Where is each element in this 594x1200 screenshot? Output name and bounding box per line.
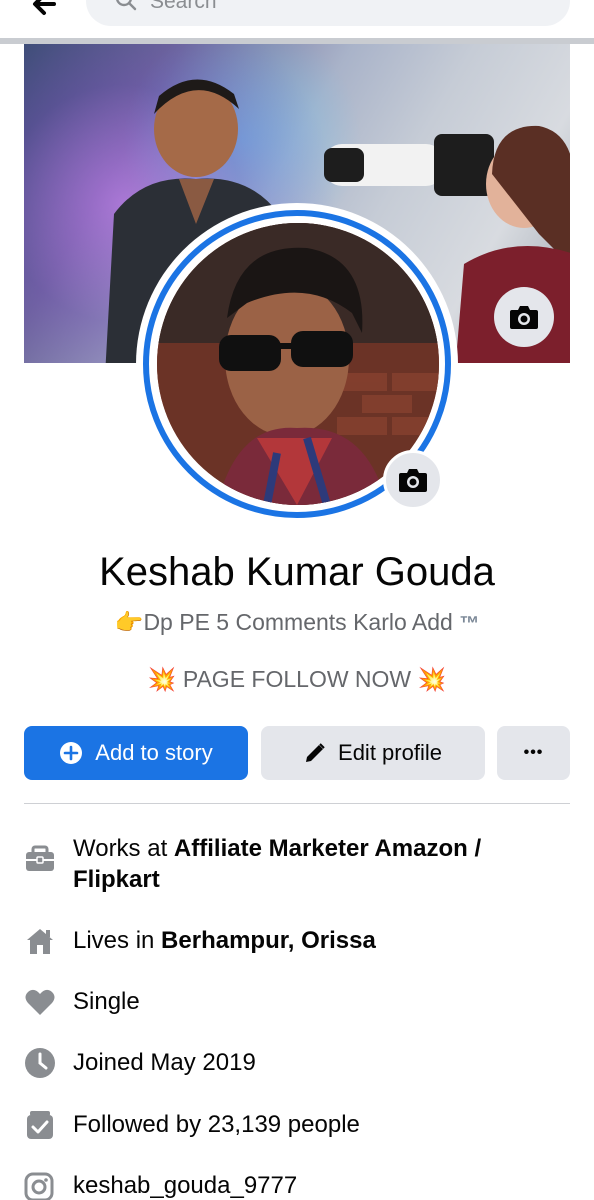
joined-text: Joined May 2019 [73, 1049, 256, 1076]
briefcase-icon [24, 843, 56, 875]
home-icon [24, 925, 56, 957]
bio-text-2: PAGE FOLLOW NOW [182, 666, 412, 692]
relationship-text: Single [73, 988, 140, 1015]
plus-circle-icon [60, 742, 83, 764]
camera-icon [399, 469, 427, 492]
edit-profile-label: Edit profile [338, 740, 442, 765]
search-input[interactable]: Search [86, 0, 570, 26]
location-prefix: Lives in [73, 927, 162, 954]
collision-emoji: 💥 [147, 666, 177, 692]
back-arrow-icon[interactable] [28, 0, 60, 20]
more-options-label: ••• [523, 744, 544, 761]
edit-profile-button[interactable]: Edit profile [261, 726, 485, 780]
pointing-hand-emoji: 👉 [114, 609, 144, 635]
top-bar: Search [0, 0, 594, 38]
camera-icon [510, 306, 538, 329]
pencil-icon [306, 743, 325, 762]
search-placeholder: Search [150, 0, 217, 13]
cover-camera-button[interactable] [494, 287, 554, 347]
bio-line-1: 👉Dp PE 5 Comments Karlo Add ™ [0, 609, 594, 636]
add-to-story-label: Add to story [95, 740, 213, 765]
profile-camera-button[interactable] [383, 450, 443, 510]
clock-icon [24, 1047, 56, 1079]
instagram-icon [24, 1172, 56, 1200]
trademark-symbol: ™ [459, 613, 480, 635]
work-prefix: Works at [73, 835, 174, 862]
collision-emoji: 💥 [417, 666, 447, 692]
more-options-button[interactable]: ••• [497, 726, 570, 780]
followers-icon [24, 1109, 56, 1141]
bio-text-1: Dp PE 5 Comments Karlo Add [143, 609, 453, 635]
location-text: Lives in Berhampur, Orissa [73, 925, 553, 956]
search-icon [114, 0, 138, 12]
heart-icon [24, 986, 56, 1018]
bio-line-2: 💥 PAGE FOLLOW NOW 💥 [0, 666, 594, 693]
profile-name: Keshab Kumar Gouda [99, 550, 495, 594]
location-value[interactable]: Berhampur, Orissa [161, 927, 376, 954]
add-to-story-button[interactable]: Add to story [24, 726, 248, 780]
followers-text: Followed by 23,139 people [73, 1111, 360, 1138]
section-divider [24, 803, 570, 804]
instagram-text: keshab_gouda_9777 [73, 1172, 298, 1199]
work-text: Works at Affiliate Marketer Amazon / Fli… [73, 833, 553, 895]
